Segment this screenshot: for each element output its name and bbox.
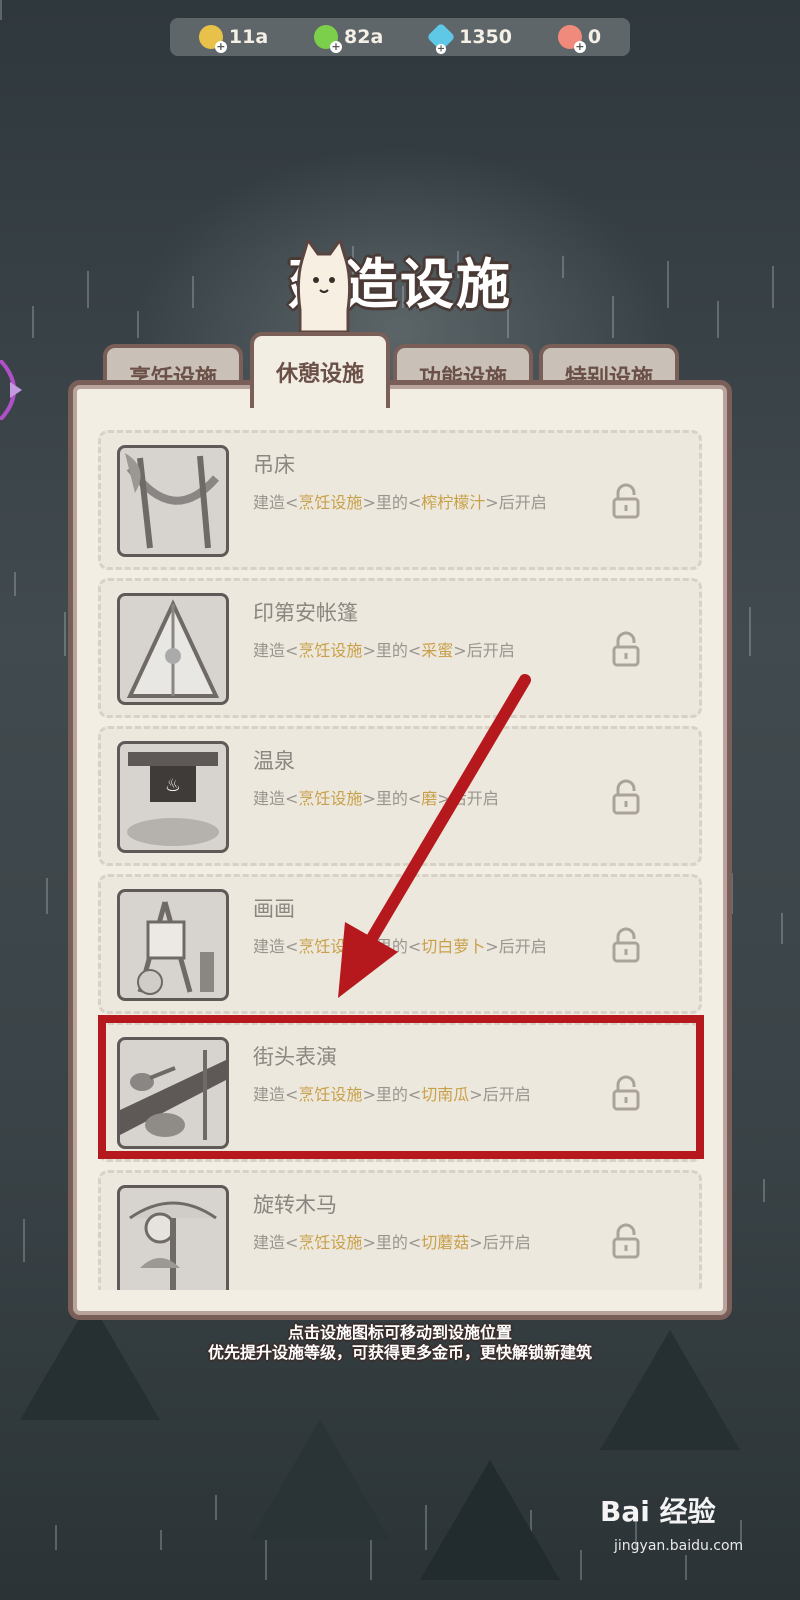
resource-bar: + 11a + 82a + 1350 + 0 [170, 18, 630, 56]
facility-item-hammock[interactable]: 吊床 建造<烹饪设施>里的<榨柠檬汁>后开启 [98, 430, 702, 570]
rain-streak [781, 913, 783, 944]
tent-thumbnail[interactable] [117, 593, 229, 705]
lock-icon [612, 779, 640, 815]
rain-streak [64, 612, 66, 656]
hint-line-2: 优先提升设施等级，可获得更多金币，更快解锁新建筑 [207, 1343, 592, 1362]
facility-name: 画画 [253, 897, 295, 921]
watermark-url: jingyan.baidu.com [614, 1538, 744, 1554]
unlock-requirement: 建造<烹饪设施>里的<榨柠檬汁>后开启 [253, 493, 547, 512]
energy-count: 82a [344, 26, 384, 48]
lightning-icon: + [314, 25, 342, 53]
gem-count: 1350 [459, 26, 512, 48]
gem-icon: + [426, 22, 456, 55]
facility-name: 吊床 [253, 453, 295, 477]
rain-streak [749, 607, 751, 656]
resource-shell[interactable]: + 0 [557, 25, 602, 53]
facility-item-painting[interactable]: 画画 建造<烹饪设施>里的<切白萝卜>后开启 [98, 874, 702, 1014]
rain-streak [685, 1555, 687, 1580]
carousel-thumbnail[interactable] [117, 1185, 229, 1290]
rain-streak [23, 1219, 25, 1262]
lock-icon [612, 1223, 640, 1259]
coin-count: 11a [228, 26, 269, 48]
rain-streak [14, 572, 16, 596]
hammock-thumbnail[interactable] [117, 445, 229, 557]
page-title: 建造设施 [288, 253, 512, 316]
annotation-highlight-box [98, 1015, 704, 1159]
tree-silhouette [420, 1460, 560, 1580]
unlock-requirement: 建造<烹饪设施>里的<磨>后开启 [253, 789, 499, 808]
rain-streak [215, 1495, 217, 1520]
rain-streak [160, 1530, 162, 1550]
unlock-requirement: 建造<烹饪设施>里的<切白萝卜>后开启 [253, 937, 547, 956]
hint-line-1: 点击设施图标可移动到设施位置 [287, 1323, 512, 1342]
rain-streak [265, 1535, 267, 1580]
tree-silhouette [250, 1420, 390, 1540]
unlock-requirement: 建造<烹饪设施>里的<采蜜>后开启 [253, 641, 515, 660]
facility-list[interactable]: 吊床 建造<烹饪设施>里的<榨柠檬汁>后开启 印第安帐篷 建造<烹饪设施>里的<… [98, 430, 702, 1290]
facility-item-carousel[interactable]: 旋转木马 建造<烹饪设施>里的<切蘑菇>后开启 [98, 1170, 702, 1290]
lock-icon [612, 631, 640, 667]
svg-text:♨: ♨ [165, 775, 181, 796]
rain-streak [580, 1550, 582, 1580]
lock-icon [612, 927, 640, 963]
lock-icon [612, 483, 640, 519]
rain-streak [55, 1525, 57, 1550]
resource-energy[interactable]: + 82a [314, 25, 384, 53]
rain-streak [46, 878, 48, 914]
hot-spring-thumbnail[interactable]: ♨ [117, 741, 229, 853]
unlock-requirement: 建造<烹饪设施>里的<切蘑菇>后开启 [253, 1233, 531, 1252]
watermark-logo: Bai 经验 [600, 1495, 716, 1528]
coin-icon: + [198, 25, 227, 53]
facility-item-tent[interactable]: 印第安帐篷 建造<烹饪设施>里的<采蜜>后开启 [98, 578, 702, 718]
resource-coin[interactable]: + 11a [198, 25, 269, 53]
facility-name: 旋转木马 [253, 1193, 337, 1217]
facility-name: 印第安帐篷 [253, 601, 358, 625]
resource-gem[interactable]: + 1350 [426, 22, 512, 55]
cat-mascot-icon [296, 240, 352, 334]
rain-streak [370, 1540, 372, 1580]
shell-icon: + [557, 25, 586, 53]
rain-streak [763, 1179, 765, 1202]
tab-rest[interactable]: 休憩设施 [250, 332, 390, 408]
facility-name: 温泉 [253, 749, 295, 773]
facility-item-hot-spring[interactable]: ♨ 温泉 建造<烹饪设施>里的<磨>后开启 [98, 726, 702, 866]
rain-streak [0, 0, 2, 20]
hint-text: 点击设施图标可移动到设施位置 优先提升设施等级，可获得更多金币，更快解锁新建筑 [0, 1323, 800, 1363]
shell-count: 0 [587, 26, 602, 48]
side-menu-arrow-icon[interactable] [0, 360, 32, 420]
painting-thumbnail[interactable] [117, 889, 229, 1001]
